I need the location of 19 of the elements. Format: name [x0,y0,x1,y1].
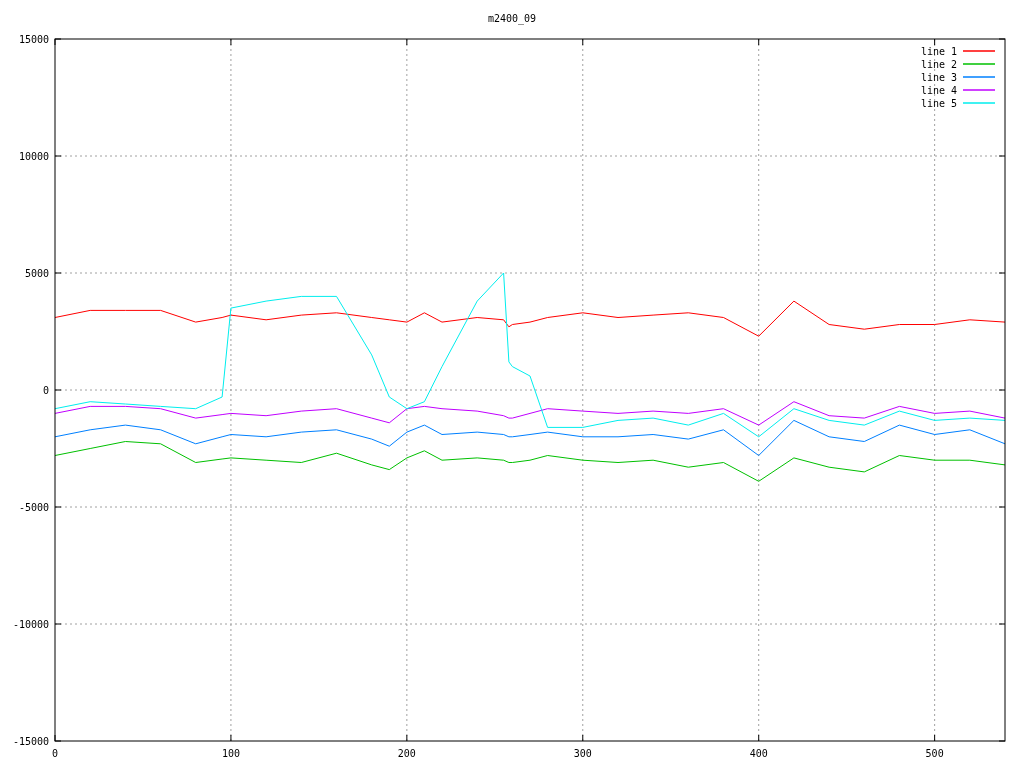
chart-title: m2400_09 [487,13,537,24]
x-tick-label: 200 [397,748,416,759]
legend-label: line 5 [920,98,957,109]
legend-label: line 1 [920,46,957,57]
x-tick-label: 0 [52,748,58,759]
y-tick-label: 15000 [18,34,49,45]
y-tick-label: 5000 [24,268,49,279]
y-tick-label: -15000 [12,736,49,747]
x-tick-label: 100 [221,748,240,759]
x-tick-label: 500 [925,748,944,759]
x-tick-label: 400 [749,748,768,759]
legend-label: line 3 [920,72,957,83]
legend-label: line 4 [920,85,957,96]
y-tick-label: 0 [42,385,49,396]
y-tick-label: 10000 [18,151,49,162]
y-tick-label: -5000 [18,502,49,513]
x-tick-label: 300 [573,748,592,759]
legend-label: line 2 [920,59,957,70]
y-tick-label: -10000 [12,619,49,630]
